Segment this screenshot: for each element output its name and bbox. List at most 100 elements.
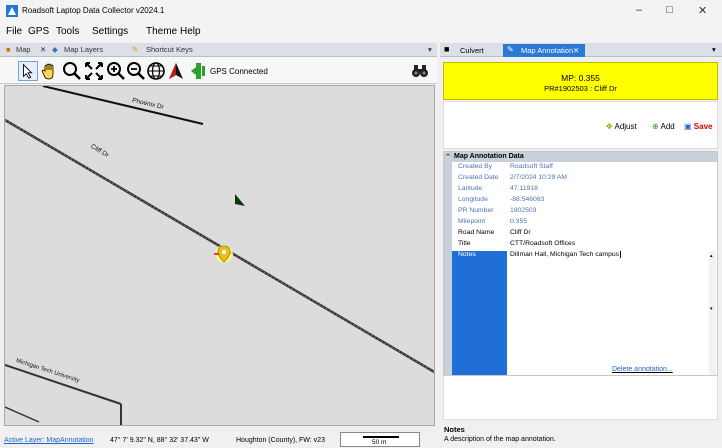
tab-dropdown-icon[interactable]: ▾: [428, 45, 432, 54]
tab-map-close-icon[interactable]: ✕: [40, 45, 46, 54]
prop-value[interactable]: CTT/Roadsoft Offices: [510, 240, 715, 251]
blank-panel: [443, 376, 718, 420]
minimize-button[interactable]: –: [636, 4, 642, 16]
status-bar: Active Layer: MapAnnotation 47° 7' 9.32"…: [0, 430, 437, 448]
add-button[interactable]: ⊕ Add: [652, 122, 675, 131]
adjust-button[interactable]: ✥ Adjust: [606, 122, 637, 131]
grid-row-longitude[interactable]: Longitude -88.546063: [452, 196, 717, 207]
prop-key: Latitude: [458, 184, 483, 192]
milepoint-header: MP: 0.355 PR#1902503 : Cliff Dr: [443, 62, 718, 100]
prop-value: 47.11918: [510, 184, 538, 192]
scroll-down-icon[interactable]: ▾: [710, 306, 713, 312]
property-grid: – Map Annotation Data Created By Roadsof…: [443, 151, 718, 376]
zoom-out-icon[interactable]: [126, 61, 146, 81]
pr-road-text: PR#1902503 : Cliff Dr: [544, 84, 617, 93]
delete-annotation-label: Delete annotation...: [612, 366, 673, 373]
notes-value: Dillman Hall, Michigan Tech campus: [510, 251, 620, 258]
prop-key: Road Name: [458, 228, 495, 236]
pointer-icon[interactable]: [18, 61, 38, 81]
prop-value: 0.355: [510, 217, 528, 225]
grid-gutter: [444, 162, 452, 376]
prop-value: 2/7/2024 10:29 AM: [510, 173, 568, 181]
grid-row-latitude[interactable]: Latitude 47.11918: [452, 185, 717, 196]
globe-icon[interactable]: [146, 61, 166, 81]
map-canvas[interactable]: Phoenix Dr Cliff Dr Michigan Tech Univer…: [4, 85, 435, 426]
notes-scrollbar[interactable]: ▴ ▾: [709, 251, 716, 375]
prop-value: 1902503: [510, 206, 537, 214]
scroll-up-icon[interactable]: ▴: [710, 253, 713, 259]
tab-shortcut-keys[interactable]: Shortcut Keys: [146, 45, 193, 54]
app-icon: [6, 5, 18, 17]
pencil-icon: ✎: [132, 45, 139, 54]
notes-key: Notes: [452, 251, 507, 375]
collapse-icon[interactable]: –: [446, 152, 450, 159]
menu-bar: File GPS Tools Settings ☀ Theme Help: [0, 22, 722, 59]
grid-row-pr-number[interactable]: PR Number 1902503: [452, 207, 717, 218]
coordinate-readout: 47° 7' 9.32" N, 88° 32' 37.43" W: [110, 437, 209, 444]
notes-textarea[interactable]: Dillman Hall, Michigan Tech campus: [510, 251, 709, 375]
gps-status-label: GPS Connected: [210, 67, 268, 76]
map-toolbar: GPS Connected: [0, 57, 437, 84]
scale-label: 50 m: [372, 439, 387, 446]
prop-value: Roadsoft Staff: [510, 162, 553, 170]
grid-row-notes[interactable]: Notes Dillman Hall, Michigan Tech campus…: [452, 251, 717, 375]
menu-settings[interactable]: Settings: [92, 26, 128, 37]
layers-icon: ◆: [52, 45, 58, 54]
add-icon: ⊕: [652, 122, 659, 131]
prop-value[interactable]: Cliff Dr: [510, 229, 715, 240]
add-label: Add: [660, 122, 675, 131]
gps-status-icon: [191, 63, 205, 79]
tab-culvert-label: Culvert: [460, 46, 484, 55]
prop-key: Longitude: [458, 195, 488, 203]
menu-gps[interactable]: GPS: [28, 26, 49, 37]
action-bar: ✥ Adjust ⊕ Add ▣ Save: [443, 101, 718, 149]
grid-row-created-by[interactable]: Created By Roadsoft Staff: [452, 163, 717, 174]
tab-map-annotation-label: Map Annotation: [521, 46, 574, 55]
menu-help[interactable]: Help: [180, 26, 201, 37]
right-tab-dropdown-icon[interactable]: ▾: [712, 45, 716, 54]
prop-key: Created Date: [458, 173, 499, 181]
help-box: Notes A description of the map annotatio…: [440, 421, 722, 448]
delete-annotation-link[interactable]: Delete annotation...: [612, 366, 673, 373]
save-button[interactable]: ▣ Save: [684, 122, 712, 131]
grid-section-title: Map Annotation Data: [454, 153, 524, 160]
tab-map-annotation[interactable]: ✎ Map Annotation ✕: [503, 44, 585, 57]
menu-file[interactable]: File: [6, 26, 22, 37]
tab-map[interactable]: Map: [16, 45, 31, 54]
prop-key: Title: [458, 239, 471, 247]
tab-culvert[interactable]: ■ Culvert: [442, 44, 500, 57]
prop-key: Created By: [458, 162, 493, 170]
grid-row-milepoint[interactable]: Milepoint 0.355: [452, 218, 717, 229]
grid-row-road-name[interactable]: Road Name Cliff Dr: [452, 229, 717, 240]
tab-map-layers[interactable]: Map Layers: [64, 45, 103, 54]
scale-bar: 50 m: [340, 432, 420, 447]
menu-tools[interactable]: Tools: [56, 26, 79, 37]
save-label: Save: [693, 122, 713, 131]
zoom-in-icon[interactable]: [106, 61, 126, 81]
zoom-extent-icon[interactable]: [84, 61, 104, 81]
magnify-icon[interactable]: [62, 61, 82, 81]
maximize-button[interactable]: □: [666, 4, 673, 16]
prop-key: Milepoint: [458, 217, 486, 225]
binoculars-icon[interactable]: [410, 61, 430, 81]
prop-value: -88.546063: [510, 195, 545, 203]
save-icon: ▣: [684, 122, 692, 131]
grid-row-title[interactable]: Title CTT/Roadsoft Offices: [452, 240, 717, 251]
annotation-tab-icon: ✎: [507, 45, 514, 54]
text-caret: [620, 251, 622, 258]
active-layer-link[interactable]: Active Layer: MapAnnotation: [4, 437, 94, 444]
menu-theme[interactable]: Theme: [146, 26, 177, 37]
pan-hand-icon[interactable]: [40, 61, 60, 81]
window-title: Roadsoft Laptop Data Collector v2024.1: [22, 6, 165, 15]
north-arrow-icon[interactable]: [166, 61, 186, 81]
close-button[interactable]: ✕: [698, 4, 707, 17]
tab-map-annotation-close-icon[interactable]: ✕: [573, 46, 579, 55]
prop-key: PR Number: [458, 206, 494, 214]
map-tab-icon: ■: [6, 45, 11, 54]
grid-row-created-date[interactable]: Created Date 2/7/2024 10:29 AM: [452, 174, 717, 185]
help-title: Notes: [444, 425, 465, 434]
culvert-icon: ■: [444, 44, 450, 54]
adjust-label: Adjust: [614, 122, 637, 131]
adjust-icon: ✥: [606, 122, 613, 131]
grid-section-header[interactable]: – Map Annotation Data: [444, 152, 717, 162]
